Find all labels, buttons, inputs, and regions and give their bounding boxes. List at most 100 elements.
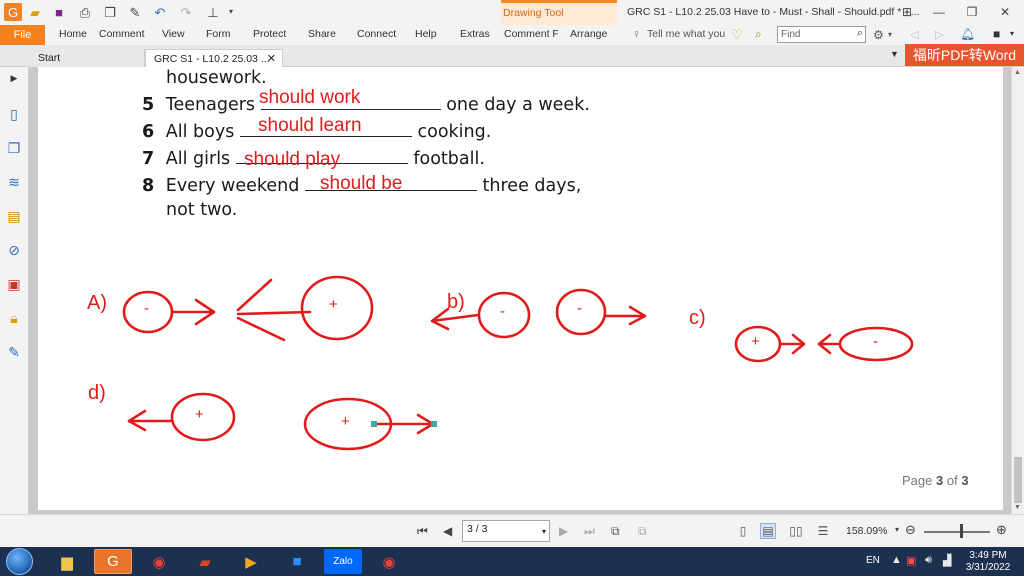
redo-icon[interactable]: ↷ (177, 3, 195, 21)
tab-protect[interactable]: Protect (253, 28, 286, 40)
tell-me-field[interactable]: Tell me what you (647, 28, 725, 40)
expand-panel-icon[interactable]: ▶ (5, 69, 23, 87)
arrow-right-c[interactable] (778, 333, 806, 355)
customize-dropdown-icon[interactable]: ▾ (222, 3, 240, 21)
settings-gear-icon[interactable]: ⚙ (873, 28, 884, 42)
vertical-scrollbar[interactable]: ▲ ▼ (1011, 67, 1024, 514)
close-tab-icon[interactable]: ✕ (267, 52, 276, 65)
powerpoint-icon[interactable]: ▰ (186, 549, 224, 574)
handwritten-answer-5[interactable]: should work (259, 87, 360, 109)
arrow-right-a[interactable] (170, 298, 216, 326)
save-icon[interactable]: ■ (50, 3, 68, 21)
stamp-icon[interactable]: ⊥ (204, 3, 222, 21)
start-button[interactable] (6, 548, 33, 575)
continuous-facing-view-icon[interactable]: ☰ (815, 523, 831, 539)
selection-handle-end[interactable] (431, 421, 437, 427)
bookmark-icon[interactable]: ▯ (5, 105, 23, 123)
chrome-icon[interactable]: ◉ (140, 549, 178, 574)
minimize-icon[interactable]: — (929, 3, 949, 21)
zoom-slider-track[interactable] (924, 531, 990, 533)
foxit-pdf-icon[interactable]: G (94, 549, 132, 574)
tab-home[interactable]: Home (59, 28, 87, 40)
handwritten-answer-7[interactable]: should play (244, 149, 340, 171)
handwritten-answer-6[interactable]: should learn (258, 115, 362, 137)
close-window-icon[interactable]: ✕ (995, 3, 1015, 21)
zoom-app-icon[interactable]: ■ (278, 549, 316, 574)
tab-comment[interactable]: Comment (99, 28, 145, 40)
tab-comment-format[interactable]: Comment Fo (504, 28, 558, 40)
scroll-thumb[interactable] (1014, 457, 1022, 503)
zoom-slider-thumb[interactable] (960, 524, 963, 538)
print-icon[interactable]: ⎙ (76, 3, 94, 21)
next-view-icon[interactable]: ⧉ (638, 524, 647, 539)
tools-icon[interactable]: ✎ (5, 343, 23, 361)
selection-handle-start[interactable] (371, 421, 377, 427)
arrow-left-c[interactable] (817, 333, 840, 355)
file-explorer-icon[interactable]: ▆ (48, 549, 86, 574)
tab-share[interactable]: Share (308, 28, 336, 40)
user-account-icon[interactable]: ■ (993, 27, 1000, 41)
bell-icon[interactable]: 🔔︎ (960, 27, 975, 41)
pages-icon[interactable]: ❐ (5, 139, 23, 157)
arrow-right-b[interactable] (603, 305, 647, 326)
tab-extras[interactable]: Extras (460, 28, 490, 40)
tab-current-document[interactable]: GRC S1 - L10.2 25.03 ... ✕ (145, 49, 283, 67)
scroll-up-icon[interactable]: ▲ (1014, 69, 1021, 76)
pdf-to-word-banner[interactable]: 福昕PDF转Word (905, 44, 1024, 66)
find-input[interactable]: Find ⌕ (777, 26, 866, 43)
tab-list-dropdown-icon[interactable]: ▼ (890, 49, 899, 59)
zoom-dropdown-icon[interactable]: ▾ (895, 525, 899, 534)
layers-icon[interactable]: ≋ (5, 173, 23, 191)
undo-icon[interactable]: ↶ (151, 3, 169, 21)
next-page-icon[interactable]: ▶ (559, 524, 568, 538)
prev-arrow-icon[interactable]: ◁ (910, 28, 918, 41)
restore-icon[interactable]: ❐ (962, 3, 982, 21)
next-arrow-icon[interactable]: ▷ (935, 28, 943, 41)
page-number-input[interactable]: 3 / 3 ▾ (462, 520, 550, 542)
open-arrow-lines-a[interactable] (236, 278, 312, 342)
scroll-down-icon[interactable]: ▼ (1014, 504, 1021, 511)
continuous-view-icon[interactable]: ▤ (760, 523, 776, 539)
pin-icon[interactable]: ✎ (126, 3, 144, 21)
page-dropdown-icon[interactable]: ▾ (542, 527, 546, 536)
open-folder-icon[interactable]: ▰ (26, 3, 44, 21)
tab-start[interactable]: Start (30, 49, 145, 67)
arrow-left-d[interactable] (127, 409, 174, 432)
account-dropdown-icon[interactable]: ▾ (1010, 29, 1014, 38)
lock-icon[interactable]: 🔒︎ (5, 309, 23, 327)
layout-grid-icon[interactable]: ⊞ (897, 3, 917, 21)
zalo-icon[interactable]: Zalo (324, 549, 362, 574)
foxit-logo-icon[interactable]: G (4, 3, 22, 21)
chrome-profile-icon[interactable]: ◉ (370, 549, 408, 574)
system-clock[interactable]: 3:49 PM 3/31/2022 (964, 550, 1012, 574)
input-language[interactable]: EN (866, 555, 880, 566)
find-folder-icon[interactable]: ⌕ (755, 27, 762, 42)
security-badge-icon[interactable]: ▣ (5, 275, 23, 293)
heart-icon[interactable]: ♡ (731, 27, 743, 43)
previous-view-icon[interactable]: ⧉ (611, 524, 620, 539)
tab-connect[interactable]: Connect (357, 28, 396, 40)
single-page-view-icon[interactable]: ▯ (735, 523, 751, 539)
tab-view[interactable]: View (162, 28, 185, 40)
video-player-icon[interactable]: ▶ (232, 549, 270, 574)
tab-help[interactable]: Help (415, 28, 437, 40)
network-signal-icon[interactable]: ▟ (943, 554, 951, 567)
tab-form[interactable]: Form (206, 28, 231, 40)
settings-dropdown-icon[interactable]: ▾ (888, 30, 892, 39)
tray-app-icon[interactable]: ▣ (906, 554, 916, 567)
comments-icon[interactable]: ▤ (5, 207, 23, 225)
attachment-icon[interactable]: ⊘ (5, 241, 23, 259)
tray-expand-icon[interactable]: ▲ (891, 554, 902, 566)
tab-file[interactable]: File (0, 25, 45, 45)
zoom-level[interactable]: 158.09% (846, 525, 887, 537)
zoom-out-icon[interactable]: ⊖ (905, 522, 916, 538)
drawing-tool-context-tab[interactable]: Drawing Tool (501, 0, 617, 25)
zoom-in-icon[interactable]: ⊕ (996, 522, 1007, 538)
new-window-icon[interactable]: ❐ (101, 3, 119, 21)
previous-page-icon[interactable]: ◀ (443, 524, 452, 538)
volume-icon[interactable]: 🔊︎ (925, 554, 932, 567)
search-icon[interactable]: ⌕ (857, 27, 863, 40)
first-page-icon[interactable]: ⏮ (417, 524, 428, 539)
arrow-right-d[interactable] (373, 413, 435, 435)
handwritten-answer-8[interactable]: should be (320, 173, 402, 195)
